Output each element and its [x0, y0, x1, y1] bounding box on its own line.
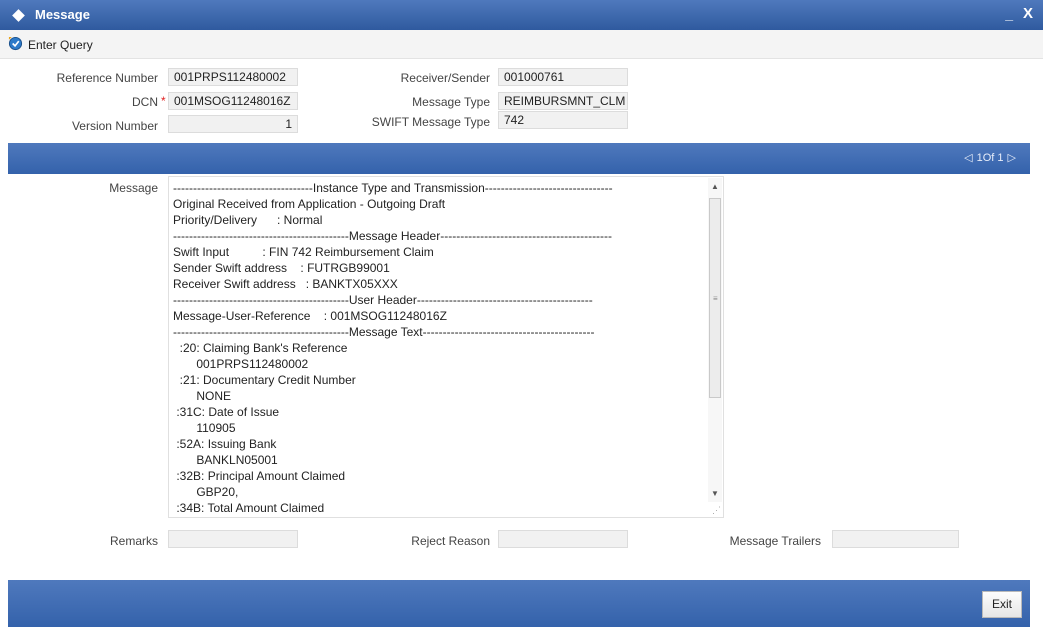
footer-bar — [8, 580, 1030, 627]
enter-query-icon[interactable] — [8, 36, 23, 51]
version-number-field[interactable]: 1 — [168, 115, 298, 133]
remarks-label: Remarks — [109, 534, 158, 548]
reference-number-label: Reference Number — [56, 71, 158, 85]
grip-icon: ≡ — [713, 294, 718, 303]
reject-reason-field[interactable] — [498, 530, 628, 548]
message-scrollbar[interactable]: ▲ ≡ ▼ — [708, 178, 722, 502]
message-trailers-label: Message Trailers — [729, 534, 821, 548]
message-type-label: Message Type — [412, 95, 490, 109]
message-type-field[interactable]: REIMBURSMNT_CLM — [498, 92, 628, 110]
version-number-label: Version Number — [71, 119, 158, 133]
window-title: Message — [35, 7, 90, 22]
toolbar: Enter Query — [0, 30, 1043, 59]
required-marker: * — [161, 94, 166, 108]
remarks-field[interactable] — [168, 530, 298, 548]
window-title-bar: Message _ X — [0, 0, 1043, 30]
scroll-down-icon[interactable]: ▼ — [711, 489, 719, 498]
message-content: -----------------------------------Insta… — [173, 181, 613, 515]
reference-number-field[interactable]: 001PRPS112480002 — [168, 68, 298, 86]
swift-message-type-field[interactable]: 742 — [498, 111, 628, 129]
receiver-sender-label: Receiver/Sender — [400, 71, 490, 85]
reject-reason-label: Reject Reason — [411, 534, 490, 548]
dcn-label: DCN — [132, 95, 158, 109]
scroll-up-icon[interactable]: ▲ — [711, 182, 719, 191]
previous-record-icon[interactable]: ◁ — [964, 152, 972, 164]
exit-button[interactable]: Exit — [982, 591, 1022, 618]
swift-message-type-label: SWIFT Message Type — [371, 115, 490, 129]
next-record-icon[interactable]: ▷ — [1008, 152, 1016, 164]
dcn-field[interactable]: 001MSOG11248016Z — [168, 92, 298, 110]
enter-query-button[interactable]: Enter Query — [28, 38, 93, 52]
message-textarea[interactable]: -----------------------------------Insta… — [168, 176, 724, 518]
receiver-sender-field[interactable]: 001000761 — [498, 68, 628, 86]
record-count: 1Of 1 — [976, 152, 1004, 164]
minimize-button[interactable]: _ — [1005, 6, 1013, 22]
resize-handle-icon[interactable]: ⋰ — [712, 505, 721, 516]
message-trailers-field[interactable] — [832, 530, 959, 548]
diamond-icon — [12, 9, 25, 22]
record-navigation-bar: ◁ 1Of 1 ▷ — [8, 143, 1030, 174]
scroll-thumb[interactable]: ≡ — [709, 198, 721, 398]
pager: ◁ 1Of 1 ▷ — [962, 151, 1018, 164]
message-label: Message — [109, 181, 158, 195]
close-button[interactable]: X — [1023, 5, 1033, 22]
